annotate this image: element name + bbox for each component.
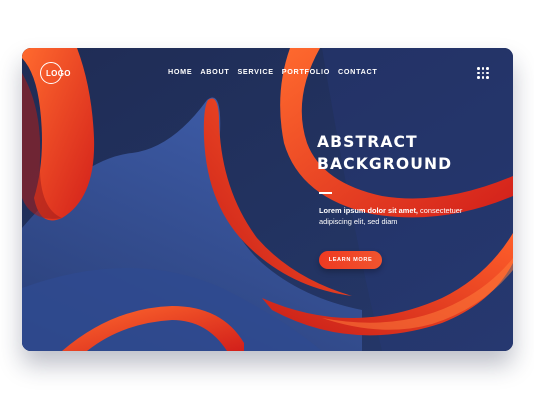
nav-item-portfolio[interactable]: PORTFOLIO [282,67,330,76]
nav-item-about[interactable]: ABOUT [200,67,229,76]
hero-description-bold: Lorem ipsum dolor sit amet, [319,206,418,215]
title-divider [319,192,332,194]
landing-page-card: LOGO HOME ABOUT SERVICE PORTFOLIO CONTAC… [22,48,513,351]
hero-title-line1: ABSTRACT [317,133,418,151]
abstract-wave-background [22,48,513,351]
main-nav: HOME ABOUT SERVICE PORTFOLIO CONTACT [168,67,378,76]
logo[interactable]: LOGO [40,62,70,84]
grid-menu-icon[interactable] [477,67,491,79]
hero-description: Lorem ipsum dolor sit amet, consectetuer… [319,205,489,227]
hero-title: ABSTRACT BACKGROUND [317,131,452,175]
nav-item-contact[interactable]: CONTACT [338,67,378,76]
logo-text: LOGO [46,68,71,78]
learn-more-button[interactable]: LEARN MORE [319,251,382,269]
hero-title-line2: BACKGROUND [317,155,453,173]
nav-item-home[interactable]: HOME [168,67,192,76]
nav-item-service[interactable]: SERVICE [237,67,273,76]
